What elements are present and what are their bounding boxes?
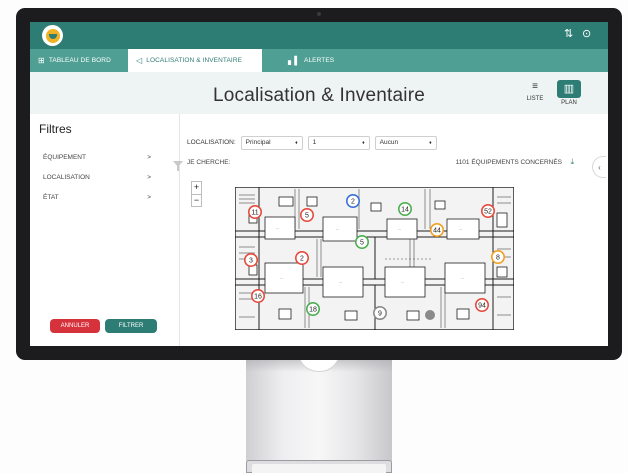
sidebar-item-localisation[interactable]: LOCALISATION > xyxy=(43,174,151,181)
site-select[interactable]: Principal ♦ xyxy=(240,135,303,150)
equipment-marker-count: 8 xyxy=(496,255,500,262)
monitor-scene: ⇅ ⊙ ⊞ TABLEAU DE BORD ◁ LOCALISATION & I… xyxy=(0,0,628,473)
app-logo[interactable] xyxy=(42,25,63,46)
view-liste-button[interactable]: ≡ LISTE xyxy=(523,80,547,102)
equipment-count: 1101 ÉQUIPEMENTS CONCERNÉS xyxy=(455,159,562,166)
filter-funnel-stem xyxy=(177,166,179,171)
equipment-marker-count: 3 xyxy=(249,258,253,265)
equipment-marker-count: 11 xyxy=(251,210,258,217)
map-icon: ▥ xyxy=(557,80,581,98)
sidebar-item-label: ÉQUIPEMENT xyxy=(43,154,86,161)
equipment-marker-count: 14 xyxy=(401,207,409,214)
floor-plan-map[interactable]: — — — — —— —— 11 5214 524453 2 81618994 xyxy=(235,187,514,330)
tab-label: TABLEAU DE BORD xyxy=(48,57,111,64)
svg-text:—: — xyxy=(280,276,283,280)
view-plan-button[interactable]: ▥ PLAN xyxy=(557,80,581,106)
filters-sidebar: Filtres ÉQUIPEMENT > LOCALISATION > ÉTAT… xyxy=(30,114,180,346)
sidebar-item-label: LOCALISATION xyxy=(43,174,90,181)
chevron-down-icon: ♦ xyxy=(429,139,432,146)
location-label: LOCALISATION: xyxy=(187,139,236,146)
chevron-down-icon: ♦ xyxy=(362,139,365,146)
equipment-marker-count: 2 xyxy=(300,256,304,263)
stairwell-icon xyxy=(425,310,435,320)
chevron-right-icon: > xyxy=(147,154,151,161)
tab-label: ALERTES xyxy=(304,57,335,64)
zone-value: Aucun xyxy=(379,139,399,146)
svg-text:—: — xyxy=(336,227,339,231)
svg-text:—: — xyxy=(276,226,279,230)
equipment-marker-count: 5 xyxy=(305,213,309,220)
zoom-controls: + − xyxy=(191,181,202,207)
chevron-right-icon: > xyxy=(147,194,151,201)
svg-text:—: — xyxy=(461,276,464,280)
floor-select[interactable]: 1 ♦ xyxy=(307,135,370,150)
zone-select[interactable]: Aucun ♦ xyxy=(374,135,437,150)
tab-label: LOCALISATION & INVENTAIRE xyxy=(146,57,243,64)
equipment-marker-count: 94 xyxy=(478,303,486,310)
svg-text:—: — xyxy=(339,280,342,284)
main-nav: ⊞ TABLEAU DE BORD ◁ LOCALISATION & INVEN… xyxy=(30,49,608,72)
download-icon[interactable]: ⤓ xyxy=(570,157,574,167)
bar-chart-icon: ▖▌ xyxy=(288,56,301,65)
page-header: Localisation & Inventaire ≡ LISTE ▥ PLAN xyxy=(30,72,608,114)
collapse-panel-button[interactable]: ‹ xyxy=(592,156,606,178)
tab-localisation-inventaire[interactable]: ◁ LOCALISATION & INVENTAIRE xyxy=(128,49,262,72)
tab-tableau-de-bord[interactable]: ⊞ TABLEAU DE BORD xyxy=(30,49,128,72)
search-label: JE CHERCHE: xyxy=(187,159,231,166)
zoom-out-button[interactable]: − xyxy=(192,194,201,206)
sidebar-item-etat[interactable]: ÉTAT > xyxy=(43,194,151,201)
user-icon[interactable]: ⊙ xyxy=(582,27,591,41)
equipment-marker-count: 52 xyxy=(484,209,492,216)
stand-base-highlight xyxy=(252,464,386,473)
equipment-marker-count: 2 xyxy=(351,199,355,206)
app-screen: ⇅ ⊙ ⊞ TABLEAU DE BORD ◁ LOCALISATION & I… xyxy=(30,22,608,346)
svg-text:—: — xyxy=(459,227,462,231)
equipment-marker-count: 5 xyxy=(360,240,364,247)
grid-icon: ⊞ xyxy=(38,56,45,65)
sidebar-title: Filtres xyxy=(39,122,72,136)
sidebar-item-label: ÉTAT xyxy=(43,194,59,201)
tab-alertes[interactable]: ▖▌ ALERTES xyxy=(280,49,350,72)
location-arrow-icon: ◁ xyxy=(136,56,143,65)
svg-text:—: — xyxy=(398,227,401,231)
filter-button[interactable]: FILTRER xyxy=(105,319,157,333)
chevron-down-icon: ♦ xyxy=(295,139,298,146)
view-label: PLAN xyxy=(561,100,577,106)
page-title: Localisation & Inventaire xyxy=(212,85,425,106)
location-filter-row: LOCALISATION: Principal ♦ 1 ♦ Aucun ♦ xyxy=(187,135,437,150)
chevron-left-icon: ‹ xyxy=(598,162,601,172)
app-header: ⇅ ⊙ xyxy=(30,22,608,49)
site-value: Principal xyxy=(245,139,271,146)
equipment-marker-count: 18 xyxy=(309,307,317,314)
chevron-right-icon: > xyxy=(147,174,151,181)
floor-value: 1 xyxy=(312,139,317,146)
equipment-marker-count: 16 xyxy=(254,294,262,301)
sidebar-item-equipement[interactable]: ÉQUIPEMENT > xyxy=(43,154,151,161)
equipment-marker-count: 44 xyxy=(433,228,441,235)
cancel-button[interactable]: ANNULER xyxy=(50,319,100,333)
list-icon: ≡ xyxy=(532,81,538,92)
zoom-in-button[interactable]: + xyxy=(192,182,201,194)
equipment-marker-count: 9 xyxy=(378,311,382,318)
sliders-icon[interactable]: ⇅ xyxy=(564,27,573,41)
camera-dot xyxy=(317,12,321,16)
svg-text:—: — xyxy=(401,280,404,284)
view-label: LISTE xyxy=(526,96,544,102)
